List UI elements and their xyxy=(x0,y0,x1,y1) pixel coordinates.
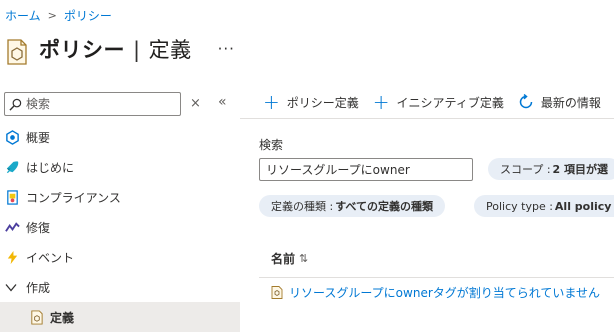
sidebar-item-label: 修復 xyxy=(26,220,51,235)
sidebar-group-authoring[interactable]: 作成 xyxy=(0,272,240,302)
clear-search-button[interactable]: × xyxy=(190,96,201,111)
scope-filter-pill[interactable]: スコープ : 2 項目が選 xyxy=(488,158,614,180)
definition-type-filter-pill[interactable]: 定義の種類 : すべての定義の種類 xyxy=(259,195,445,217)
sidebar-item-events[interactable]: イベント xyxy=(0,242,240,272)
sidebar-nav: 概要 はじめに コンプライアンス 修復 イベント 作成 定義 xyxy=(0,122,240,332)
page-title-sub: 定義 xyxy=(148,38,192,62)
sidebar-item-label: イベント xyxy=(26,250,75,265)
title-divider: | xyxy=(133,38,141,62)
page-title-main: ポリシー xyxy=(39,38,125,62)
collapse-sidebar-button[interactable]: « xyxy=(218,94,227,110)
sidebar-item-compliance[interactable]: コンプライアンス xyxy=(0,182,240,212)
breadcrumb-separator: > xyxy=(47,9,57,22)
remediation-icon xyxy=(4,219,20,235)
more-options-button[interactable]: ··· xyxy=(218,40,235,58)
definition-type-filter-label: 定義の種類 : xyxy=(271,200,334,213)
add-initiative-definition-label: イニシアティブ定義 xyxy=(396,95,504,110)
compliance-icon xyxy=(4,189,20,205)
plus-icon: + xyxy=(263,90,280,114)
breadcrumb: ホーム > ポリシー xyxy=(5,7,112,24)
breadcrumb-policy-link[interactable]: ポリシー xyxy=(64,7,112,24)
add-policy-definition-label: ポリシー定義 xyxy=(286,95,359,110)
policy-definition-icon xyxy=(7,39,27,65)
refresh-button[interactable]: 最新の情報 xyxy=(518,94,601,111)
scope-filter-label: スコープ : xyxy=(500,163,551,176)
page-title: ポリシー | 定義 xyxy=(39,34,192,64)
sidebar-item-getting-started[interactable]: はじめに xyxy=(0,152,240,182)
sidebar-search-box[interactable] xyxy=(4,92,181,116)
search-icon xyxy=(9,98,22,111)
sidebar-item-definitions[interactable]: 定義 xyxy=(0,302,240,332)
table-row: リソースグループにownerタグが割り当てられていません xyxy=(271,284,600,301)
policy-type-filter-pill[interactable]: Policy type : All policy t xyxy=(474,195,614,217)
definition-search-input[interactable] xyxy=(259,158,473,181)
toolbar-divider xyxy=(240,118,614,119)
add-policy-definition-button[interactable]: + ポリシー定義 xyxy=(263,92,359,112)
title-row: ポリシー | 定義 ··· xyxy=(5,33,235,65)
breadcrumb-home-link[interactable]: ホーム xyxy=(5,7,41,24)
sidebar-group-label: 作成 xyxy=(26,280,51,295)
command-toolbar: + ポリシー定義 + イニシアティブ定義 最新の情報 xyxy=(263,92,614,112)
column-header-label: 名前 xyxy=(271,252,296,266)
sidebar-item-label: 概要 xyxy=(26,130,51,145)
policy-definition-icon xyxy=(271,286,283,299)
refresh-icon xyxy=(519,94,533,109)
sidebar-item-remediation[interactable]: 修復 xyxy=(0,212,240,242)
definition-icon xyxy=(28,309,44,325)
definition-name-link[interactable]: リソースグループにownerタグが割り当てられていません xyxy=(289,284,600,301)
plus-icon: + xyxy=(372,90,390,114)
definition-type-filter-value: すべての定義の種類 xyxy=(335,200,433,213)
sidebar: × « 概要 はじめに コンプライアンス 修復 xyxy=(0,88,240,332)
sidebar-search-input[interactable] xyxy=(26,97,176,111)
policy-type-filter-label: Policy type : xyxy=(486,199,553,213)
getting-started-icon xyxy=(4,159,20,175)
overview-icon xyxy=(4,129,20,145)
scope-filter-value: 2 項目が選 xyxy=(552,163,609,176)
sort-icon: ⇅ xyxy=(299,252,309,265)
column-header-name[interactable]: 名前 ⇅ xyxy=(271,250,308,267)
search-label: 検索 xyxy=(259,138,284,152)
events-icon xyxy=(4,249,20,265)
add-initiative-definition-button[interactable]: + イニシアティブ定義 xyxy=(373,92,504,112)
policy-type-filter-value: All policy t xyxy=(554,199,614,213)
table-header-divider xyxy=(259,277,614,278)
sidebar-item-overview[interactable]: 概要 xyxy=(0,122,240,152)
sidebar-item-label: はじめに xyxy=(26,160,75,175)
refresh-label: 最新の情報 xyxy=(540,95,601,110)
sidebar-item-label: コンプライアンス xyxy=(26,190,121,205)
sidebar-item-label: 定義 xyxy=(50,310,75,325)
chevron-down-icon xyxy=(4,279,18,295)
